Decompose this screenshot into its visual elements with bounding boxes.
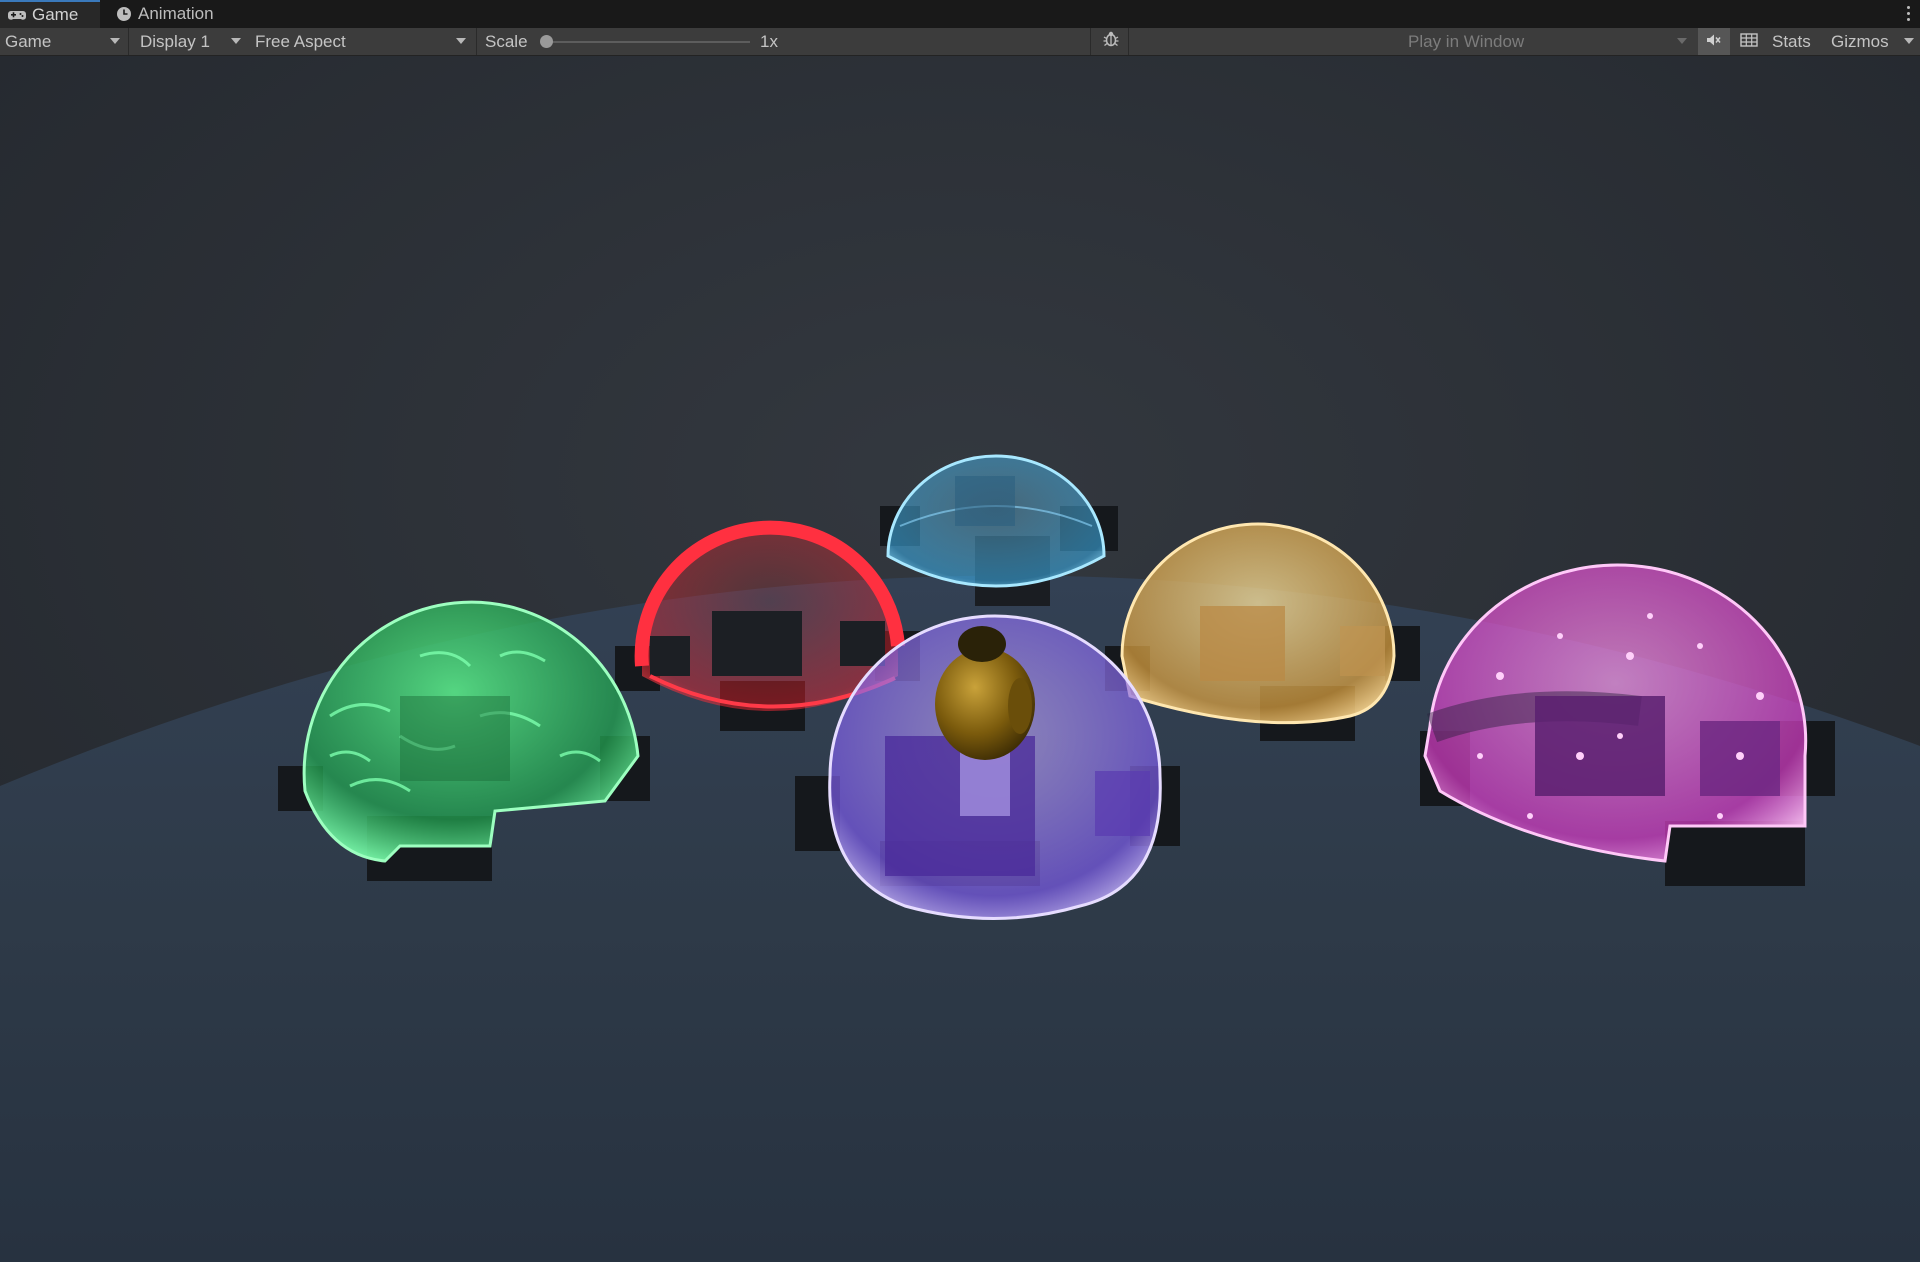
tab-animation-label: Animation xyxy=(138,4,214,23)
scale-value: 1x xyxy=(760,31,778,51)
chevron-down-icon xyxy=(1904,38,1914,44)
gamepad-icon xyxy=(8,9,26,21)
toolbar-divider xyxy=(128,28,129,55)
play-mode-dropdown[interactable]: Play in Window xyxy=(1128,28,1693,55)
game-viewport[interactable] xyxy=(0,56,1920,1262)
scale-label: Scale xyxy=(485,31,528,51)
aspect-dropdown[interactable]: Free Aspect xyxy=(250,28,472,55)
aspect-grid-button[interactable] xyxy=(1736,28,1762,55)
gizmos-label: Gizmos xyxy=(1831,31,1889,51)
tab-game-label: Game xyxy=(32,5,79,24)
tab-animation[interactable]: Animation xyxy=(108,0,238,28)
play-mode-value: Play in Window xyxy=(1408,31,1525,51)
chevron-down-icon xyxy=(110,38,120,44)
game-view-toolbar: Game Display 1 Free Aspect Scale 1x Play… xyxy=(0,28,1920,56)
aspect-value: Free Aspect xyxy=(255,31,346,51)
display-value: Display 1 xyxy=(140,31,210,51)
debug-toggle-button[interactable] xyxy=(1098,28,1124,55)
grid-icon xyxy=(1740,32,1758,52)
view-mode-dropdown[interactable]: Game xyxy=(0,28,126,55)
toolbar-divider xyxy=(1090,28,1091,55)
chevron-down-icon xyxy=(231,38,241,44)
scale-slider-track[interactable] xyxy=(545,41,750,43)
toolbar-divider xyxy=(476,28,477,55)
scale-slider-handle[interactable] xyxy=(540,35,553,48)
tab-game[interactable]: Game xyxy=(0,0,100,28)
window-tab-bar: Game Animation xyxy=(0,0,1920,28)
mute-audio-icon xyxy=(1706,32,1722,52)
chevron-down-icon xyxy=(1677,38,1687,44)
display-dropdown[interactable]: Display 1 xyxy=(135,28,247,55)
clock-icon xyxy=(116,6,132,22)
stats-button[interactable]: Stats xyxy=(1772,28,1811,55)
chevron-down-icon xyxy=(456,38,466,44)
bug-icon xyxy=(1102,30,1120,53)
gizmos-dropdown[interactable]: Gizmos xyxy=(1826,28,1920,55)
view-mode-value: Game xyxy=(5,31,52,51)
more-options-icon[interactable] xyxy=(1902,3,1914,23)
mute-audio-button[interactable] xyxy=(1698,28,1730,55)
